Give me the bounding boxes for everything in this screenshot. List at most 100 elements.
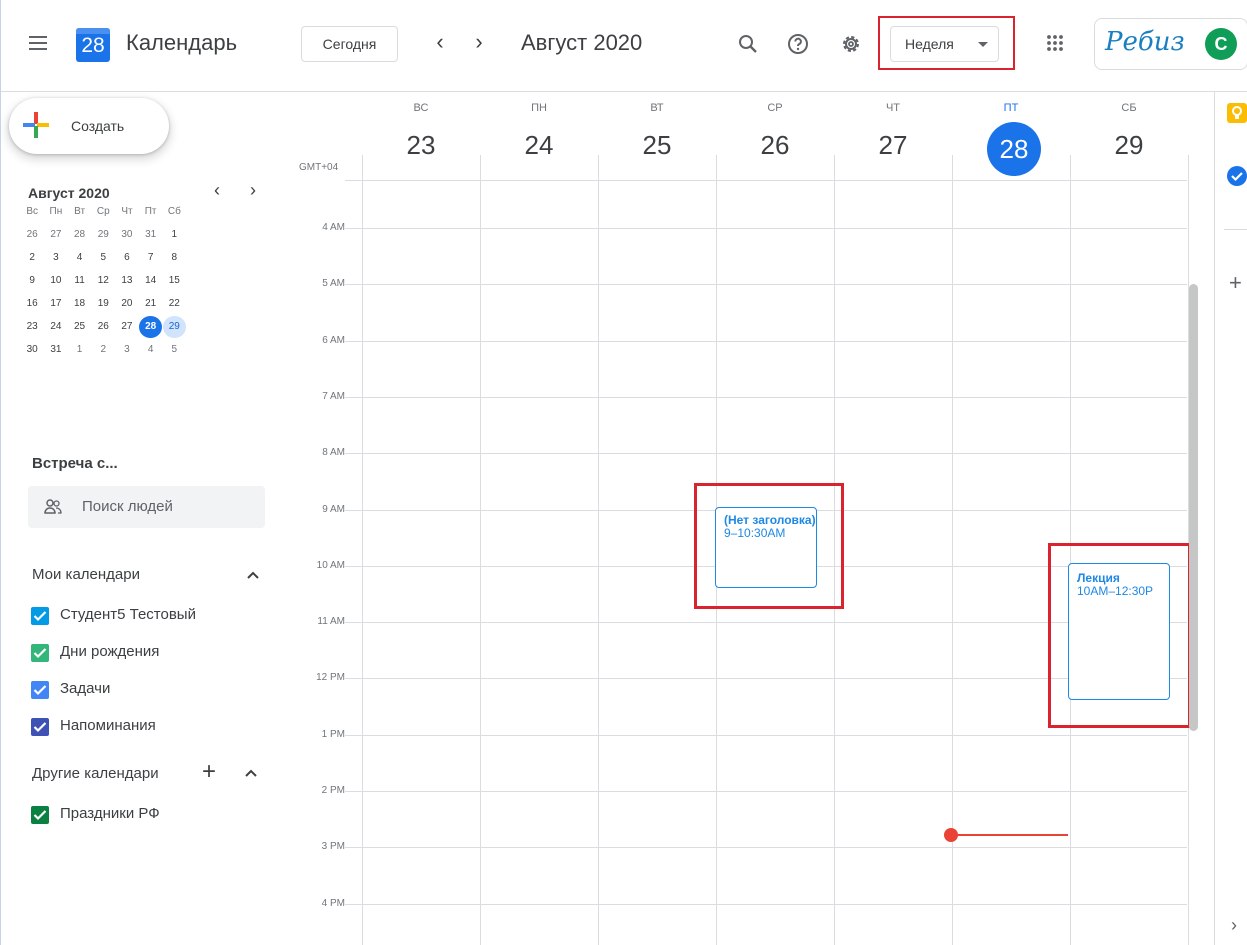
mini-calendar-day[interactable]: 5 — [92, 247, 114, 269]
day-header[interactable]: ПТ 28 — [952, 92, 1070, 180]
my-calendars-title[interactable]: Мои календари — [32, 566, 140, 583]
day-header[interactable]: ЧТ 27 — [834, 92, 952, 180]
mini-calendar-day[interactable]: 27 — [116, 316, 138, 338]
mini-calendar-day[interactable]: 9 — [21, 270, 43, 292]
mini-calendar-day[interactable]: 4 — [139, 339, 161, 361]
day-header[interactable]: СБ 29 — [1070, 92, 1188, 180]
grid-scrollbar[interactable] — [1189, 284, 1198, 731]
mini-calendar-day[interactable]: 2 — [21, 247, 43, 269]
mini-calendar-day[interactable]: 21 — [139, 293, 161, 315]
mini-calendar-day[interactable]: 25 — [68, 316, 90, 338]
mini-calendar-day[interactable]: 31 — [139, 224, 161, 246]
calendar-checkbox[interactable] — [31, 681, 49, 699]
day-number[interactable]: 24 — [480, 130, 598, 161]
mini-calendar-day[interactable]: 29 — [163, 315, 186, 338]
mini-calendar-day[interactable]: 26 — [92, 316, 114, 338]
app-title[interactable]: Календарь — [126, 30, 237, 56]
day-number[interactable]: 23 — [362, 130, 480, 161]
day-header[interactable]: ВТ 25 — [598, 92, 716, 180]
calendar-item[interactable]: Дни рождения — [31, 641, 261, 665]
search-icon[interactable] — [736, 32, 760, 56]
mini-calendar-day[interactable]: 8 — [163, 247, 185, 269]
event-lecture[interactable]: Лекция 10AM–12:30P — [1068, 563, 1170, 700]
view-selector[interactable]: Неделя — [890, 26, 999, 62]
mini-calendar-day[interactable]: 15 — [163, 270, 185, 292]
mini-calendar-day[interactable]: 19 — [92, 293, 114, 315]
mini-calendar-day[interactable]: 6 — [116, 247, 138, 269]
mini-calendar-day[interactable]: 26 — [21, 224, 43, 246]
mini-calendar-weekday: Пт — [144, 205, 157, 217]
mini-calendar-day[interactable]: 28 — [139, 315, 162, 338]
check-icon — [33, 611, 47, 622]
search-people-input[interactable]: Поиск людей — [28, 486, 265, 528]
mini-calendar-day[interactable]: 16 — [21, 293, 43, 315]
mini-calendar-day[interactable]: 5 — [163, 339, 185, 361]
account-switcher[interactable]: Ребиз C — [1094, 18, 1247, 70]
other-calendars-title[interactable]: Другие календари — [32, 765, 159, 782]
calendar-checkbox[interactable] — [31, 607, 49, 625]
event-no-title[interactable]: (Нет заголовка) 9–10:30AM — [715, 507, 817, 588]
day-header[interactable]: ПН 24 — [480, 92, 598, 180]
add-calendar-plus-icon[interactable]: + — [202, 758, 216, 786]
mini-calendar-next-icon[interactable]: › — [250, 180, 256, 201]
mini-calendar-day[interactable]: 20 — [116, 293, 138, 315]
day-number[interactable]: 28 — [987, 122, 1041, 176]
mini-calendar-day[interactable]: 14 — [139, 270, 161, 292]
expand-panel-chevron-icon[interactable]: › — [1231, 915, 1237, 936]
mini-calendar-day[interactable]: 30 — [21, 339, 43, 361]
mini-calendar-day[interactable]: 27 — [45, 224, 67, 246]
mini-calendar-day[interactable]: 31 — [45, 339, 67, 361]
tasks-icon[interactable] — [1227, 166, 1247, 186]
google-apps-icon[interactable] — [1046, 34, 1064, 52]
calendar-checkbox[interactable] — [31, 806, 49, 824]
mini-calendar-day[interactable]: 7 — [139, 247, 161, 269]
collapse-chevron-up-icon[interactable] — [246, 568, 260, 582]
mini-calendar-day[interactable]: 2 — [92, 339, 114, 361]
main-menu-icon[interactable] — [29, 36, 47, 50]
settings-gear-icon[interactable] — [839, 32, 863, 56]
add-addon-plus-icon[interactable]: + — [1229, 270, 1242, 296]
day-header[interactable]: ВС 23 — [362, 92, 480, 180]
calendar-item[interactable]: Праздники РФ — [31, 803, 261, 827]
calendar-checkbox[interactable] — [31, 718, 49, 736]
day-header[interactable]: СР 26 — [716, 92, 834, 180]
mini-calendar-day[interactable]: 22 — [163, 293, 185, 315]
day-number[interactable]: 26 — [716, 130, 834, 161]
keep-icon[interactable] — [1227, 103, 1247, 123]
previous-week-icon[interactable]: ‹ — [428, 30, 452, 56]
calendar-item[interactable]: Напоминания — [31, 715, 261, 739]
mini-calendar-day[interactable]: 28 — [68, 224, 90, 246]
mini-calendar-day[interactable]: 23 — [21, 316, 43, 338]
mini-calendar-day[interactable]: 1 — [163, 224, 185, 246]
day-number[interactable]: 25 — [598, 130, 716, 161]
help-icon[interactable] — [786, 32, 810, 56]
mini-calendar-weekday: Вс — [26, 205, 39, 217]
mini-calendar-day[interactable]: 29 — [92, 224, 114, 246]
calendar-checkbox[interactable] — [31, 644, 49, 662]
create-button[interactable]: Создать — [9, 98, 169, 154]
calendar-item[interactable]: Задачи — [31, 678, 261, 702]
mini-calendar-day[interactable]: 12 — [92, 270, 114, 292]
mini-calendar-day[interactable]: 17 — [45, 293, 67, 315]
mini-calendar-day[interactable]: 3 — [116, 339, 138, 361]
today-button[interactable]: Сегодня — [301, 26, 398, 62]
meet-with-title: Встреча с... — [32, 455, 118, 472]
calendar-logo-icon[interactable]: 28 — [76, 28, 110, 62]
mini-calendar-day[interactable]: 10 — [45, 270, 67, 292]
mini-calendar-day[interactable]: 4 — [68, 247, 90, 269]
mini-calendar-day[interactable]: 13 — [116, 270, 138, 292]
mini-calendar-prev-icon[interactable]: ‹ — [214, 180, 220, 201]
mini-calendar-day[interactable]: 30 — [116, 224, 138, 246]
mini-calendar-day[interactable]: 11 — [68, 270, 90, 292]
day-number[interactable]: 29 — [1070, 130, 1188, 161]
mini-calendar-day[interactable]: 24 — [45, 316, 67, 338]
mini-calendar-day[interactable]: 18 — [68, 293, 90, 315]
mini-calendar-day[interactable]: 1 — [68, 339, 90, 361]
next-week-icon[interactable]: › — [467, 30, 491, 56]
day-number[interactable]: 27 — [834, 130, 952, 161]
collapse-chevron-up-icon[interactable] — [244, 766, 258, 780]
calendar-item[interactable]: Студент5 Тестовый — [31, 604, 261, 628]
avatar[interactable]: C — [1205, 28, 1237, 60]
mini-calendar-day[interactable]: 3 — [45, 247, 67, 269]
check-icon — [33, 648, 47, 659]
